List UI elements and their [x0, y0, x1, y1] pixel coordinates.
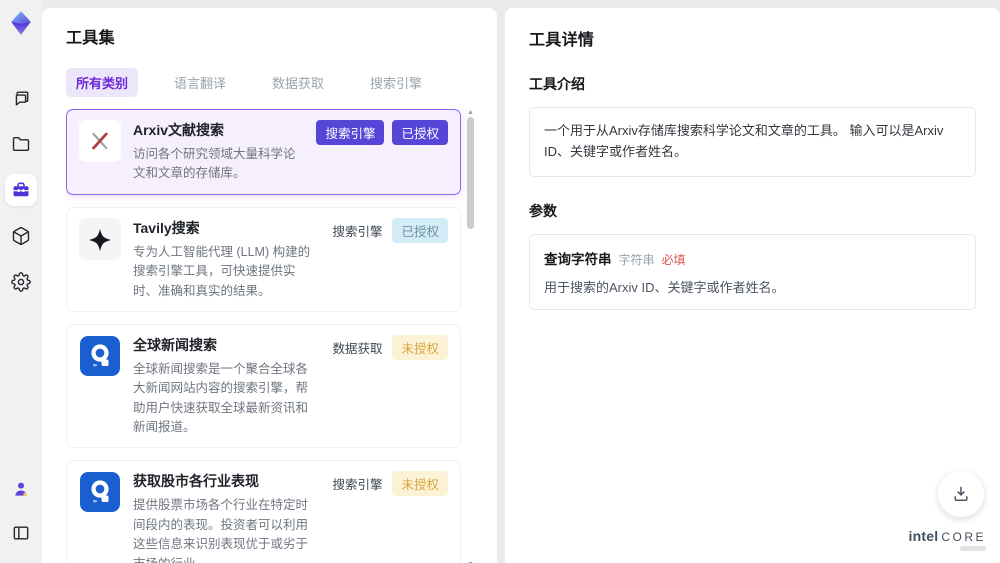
param-name: 查询字符串	[544, 251, 612, 267]
scroll-thumb[interactable]	[467, 117, 474, 229]
category-badge: 搜索引擎	[316, 120, 385, 145]
tab[interactable]: 搜索引擎	[360, 68, 432, 97]
param-type: 字符串	[618, 252, 655, 267]
tool-details-panel: 工具详情 工具介绍 一个用于从Arxiv存储库搜索科学论文和文章的工具。 输入可…	[505, 8, 1000, 563]
tool-name: Arxiv文献搜索	[133, 122, 225, 138]
download-button[interactable]	[938, 471, 984, 517]
tab-label: 搜索引擎	[370, 76, 423, 91]
nav-folder-icon[interactable]	[5, 128, 37, 160]
auth-status-badge: 未授权	[392, 334, 448, 360]
download-icon	[951, 484, 971, 504]
nav-settings-icon[interactable]	[5, 266, 37, 298]
scroll-track[interactable]	[467, 117, 474, 561]
params-heading: 参数	[529, 202, 557, 219]
category-badge: 搜索引擎	[332, 478, 383, 493]
nav-package-icon[interactable]	[5, 220, 37, 252]
scrollbar[interactable]: ▲ ▼	[466, 109, 475, 563]
auth-status-badge: 已授权	[392, 217, 448, 243]
tabs: 所有类别 语言翻译 数据获取 搜索引擎	[66, 68, 475, 97]
tool-badges: 搜索引擎 已授权	[316, 120, 448, 184]
tab[interactable]: 数据获取	[262, 68, 334, 97]
tool-list: Arxiv文献搜索 访问各个研究领域大量科学论文和文章的存储库。 搜索引擎 已授…	[66, 109, 461, 563]
param-description: 用于搜索的Arxiv ID、关键字或作者姓名。	[544, 279, 785, 295]
tool-badges: 数据获取 未授权	[330, 334, 448, 438]
tool-card[interactable]: Arxiv文献搜索 访问各个研究领域大量科学论文和文章的存储库。 搜索引擎 已授…	[66, 109, 461, 195]
tool-collection-panel: 工具集 所有类别 语言翻译 数据获取 搜索引擎 Arxiv文献搜索 访问各个研究…	[42, 8, 497, 563]
tool-description: 专为人工智能代理 (LLM) 构建的搜索引擎工具，可快速提供实时、准确和真实的结…	[133, 244, 311, 298]
intro-text: 一个用于从Arxiv存储库搜索科学论文和文章的工具。 输入可以是Arxiv ID…	[544, 123, 944, 159]
nav-chat-icon[interactable]	[5, 82, 37, 114]
brand-primary: intel	[908, 528, 939, 544]
param-box: 查询字符串 字符串 必填 用于搜索的Arxiv ID、关键字或作者姓名。	[529, 233, 976, 310]
tool-badges: 搜索引擎 未授权	[330, 471, 448, 563]
param-required-badge: 必填	[661, 252, 686, 267]
qnews-icon	[79, 335, 121, 377]
left-rail	[0, 0, 42, 563]
tab-label: 所有类别	[76, 76, 129, 91]
brand-secondary: core	[941, 530, 986, 544]
tool-name: 获取股市各行业表现	[133, 473, 259, 490]
tab[interactable]: 语言翻译	[164, 68, 236, 97]
intro-heading: 工具介绍	[529, 76, 585, 92]
tool-card[interactable]: Tavily搜索 专为人工智能代理 (LLM) 构建的搜索引擎工具，可快速提供实…	[66, 206, 461, 312]
tool-description: 提供股票市场各个行业在特定时间段内的表现。投资者可以利用这些信息来识别表现优于或…	[133, 498, 309, 563]
category-badge: 数据获取	[332, 341, 383, 356]
brand-subline	[960, 546, 986, 551]
tool-list-wrap: Arxiv文献搜索 访问各个研究领域大量科学论文和文章的存储库。 搜索引擎 已授…	[66, 109, 475, 563]
qnews-icon	[79, 471, 121, 513]
page-title: 工具集	[66, 30, 115, 47]
intel-core-logo: intel core	[909, 528, 986, 551]
scroll-up-icon[interactable]: ▲	[466, 109, 475, 117]
intro-box: 一个用于从Arxiv存储库搜索科学论文和文章的工具。 输入可以是Arxiv ID…	[529, 107, 976, 177]
tool-description: 全球新闻搜索是一个聚合全球各大新闻网站内容的搜索引擎，帮助用户快速获取全球最新资…	[133, 361, 309, 434]
app-logo-icon	[8, 10, 34, 36]
panel-toggle-icon[interactable]	[5, 517, 37, 549]
tool-card[interactable]: 获取股市各行业表现 提供股票市场各个行业在特定时间段内的表现。投资者可以利用这些…	[66, 460, 461, 563]
tab-label: 数据获取	[272, 76, 325, 91]
tavily-icon	[79, 217, 121, 260]
auth-status-badge: 已授权	[392, 120, 448, 145]
tool-name: Tavily搜索	[133, 219, 200, 236]
category-badge: 搜索引擎	[332, 224, 383, 239]
nav-toolbox-icon[interactable]	[5, 174, 37, 206]
tool-card[interactable]: 全球新闻搜索 全球新闻搜索是一个聚合全球各大新闻网站内容的搜索引擎，帮助用户快速…	[66, 323, 461, 449]
tab[interactable]: 所有类别	[66, 68, 139, 97]
tool-name: 全球新闻搜索	[133, 336, 217, 353]
arxiv-icon	[79, 120, 121, 162]
details-title: 工具详情	[529, 32, 595, 49]
auth-status-badge: 未授权	[392, 471, 448, 497]
user-avatar-icon[interactable]	[5, 473, 37, 505]
tab-label: 语言翻译	[174, 76, 227, 91]
tool-description: 访问各个研究领域大量科学论文和文章的存储库。	[133, 147, 296, 181]
tool-badges: 搜索引擎 已授权	[330, 217, 448, 301]
